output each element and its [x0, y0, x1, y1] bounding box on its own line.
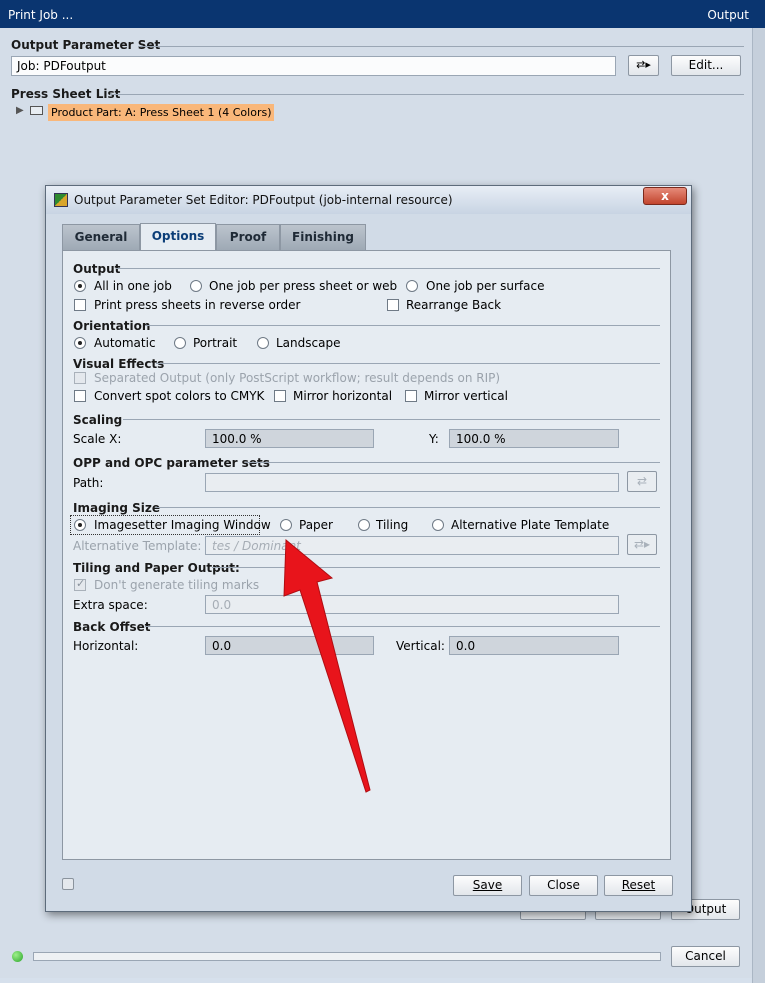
- annotation-arrow: [283, 538, 371, 793]
- annotation-arrow-shape: [283, 538, 371, 793]
